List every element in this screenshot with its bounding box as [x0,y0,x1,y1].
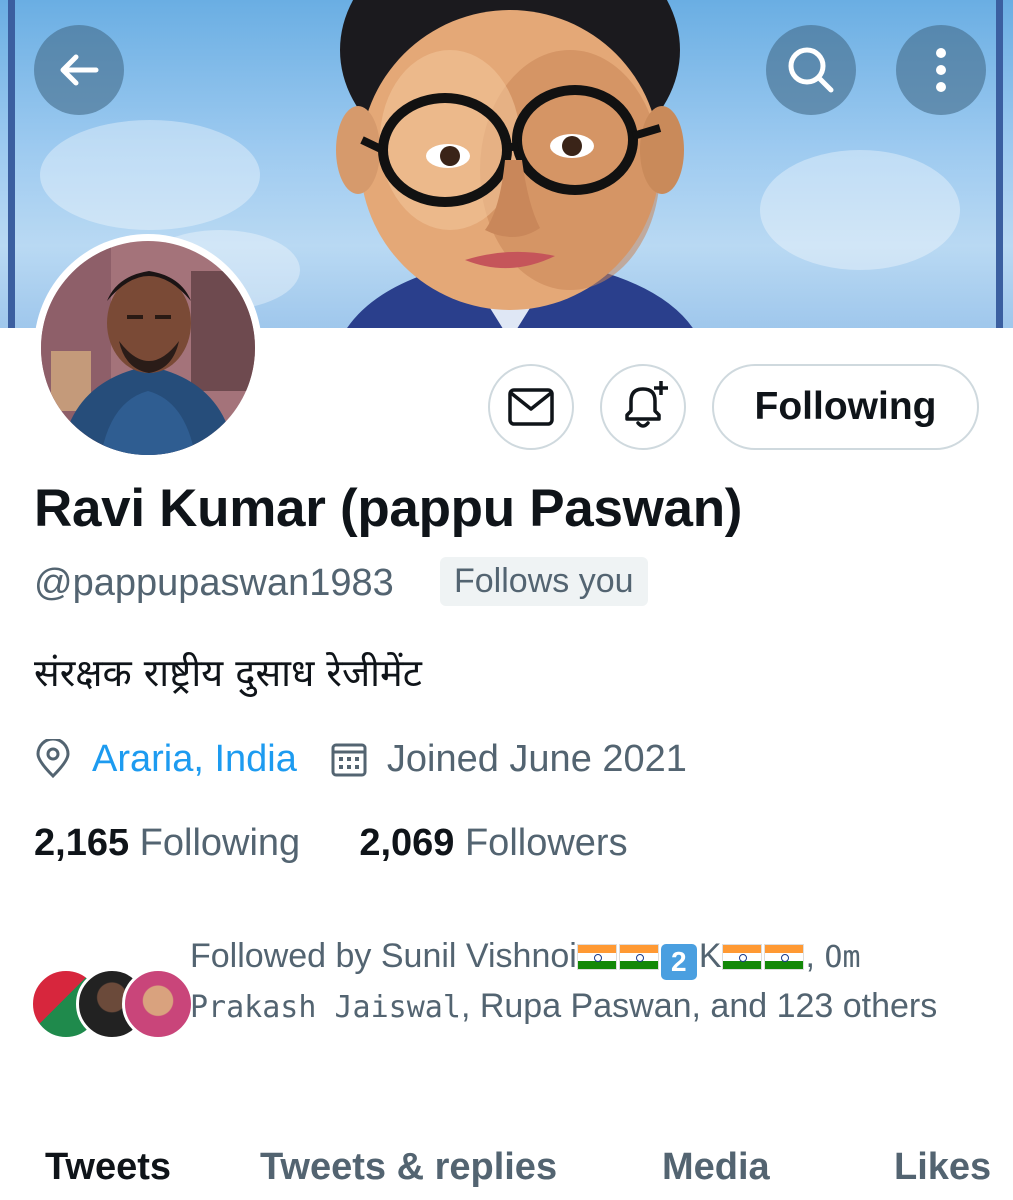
message-button[interactable] [488,364,574,450]
back-arrow-icon [60,54,99,86]
followed-by-prefix: Followed by Sunil Vishnoi [190,937,577,975]
profile-avatar[interactable] [34,234,262,462]
tab-media[interactable]: Media [662,1146,770,1189]
back-button[interactable] [34,25,124,115]
followed-by-rest: , Rupa Paswan, and 123 others [460,987,938,1025]
followed-by-prakash: Prakash Jaiswal [190,990,461,1025]
banner-cloud [760,150,960,270]
followers-label: Followers [464,822,628,864]
following-label: Following [139,822,301,864]
followed-by-separator: , [805,937,825,975]
followed-by-name-part: K [698,937,722,975]
followed-by-avatars[interactable] [30,968,194,1040]
banner-cloud [40,120,260,230]
calendar-icon [331,743,367,777]
banner-frame-right [996,0,1003,328]
india-flag-icon [576,944,617,970]
tab-tweets[interactable]: Tweets [45,1146,171,1189]
search-icon [788,47,834,93]
bell-plus-icon [625,381,668,428]
banner-frame-left [8,0,15,328]
more-options-button[interactable] [896,25,986,115]
following-button[interactable]: Following [712,364,979,450]
keycap-two-icon: 2 [660,944,697,980]
more-vertical-icon [936,48,946,92]
follows-you-badge: Follows you [440,557,648,606]
banner-portrait-image [336,0,693,328]
followed-by-text[interactable]: Followed by Sunil Vishnoi 2 K, Om Prakash … [190,932,950,1032]
location-pin-icon [36,739,70,779]
india-flag-icon [763,944,804,970]
joined-date: Joined June 2021 [386,737,687,780]
profile-bio: संरक्षक राष्ट्रीय दुसाध रेजीमेंट [34,651,422,695]
profile-meta: Araria, India Joined June 2021 [34,732,687,786]
avatar-photo [41,241,255,455]
tab-likes[interactable]: Likes [894,1146,991,1189]
followed-by-om: Om [824,940,861,975]
follow-stats: 2,165 Following 2,069 Followers [34,822,628,865]
profile-name: Ravi Kumar (pappu Paswan) [34,479,743,538]
profile-handle: @pappupaswan1983 [34,562,394,604]
india-flag-icon [618,944,659,970]
tab-tweets-replies[interactable]: Tweets & replies [260,1146,557,1189]
followers-stat[interactable]: 2,069 Followers [359,822,627,864]
following-count: 2,165 [34,822,130,864]
notifications-button[interactable] [600,364,686,450]
following-stat[interactable]: 2,165 Following [34,822,311,864]
followers-count: 2,069 [359,822,455,864]
location-link[interactable]: Araria, India [92,738,297,781]
mail-icon [508,388,554,426]
india-flag-icon [721,944,762,970]
search-button[interactable] [766,25,856,115]
avatar [122,968,194,1040]
